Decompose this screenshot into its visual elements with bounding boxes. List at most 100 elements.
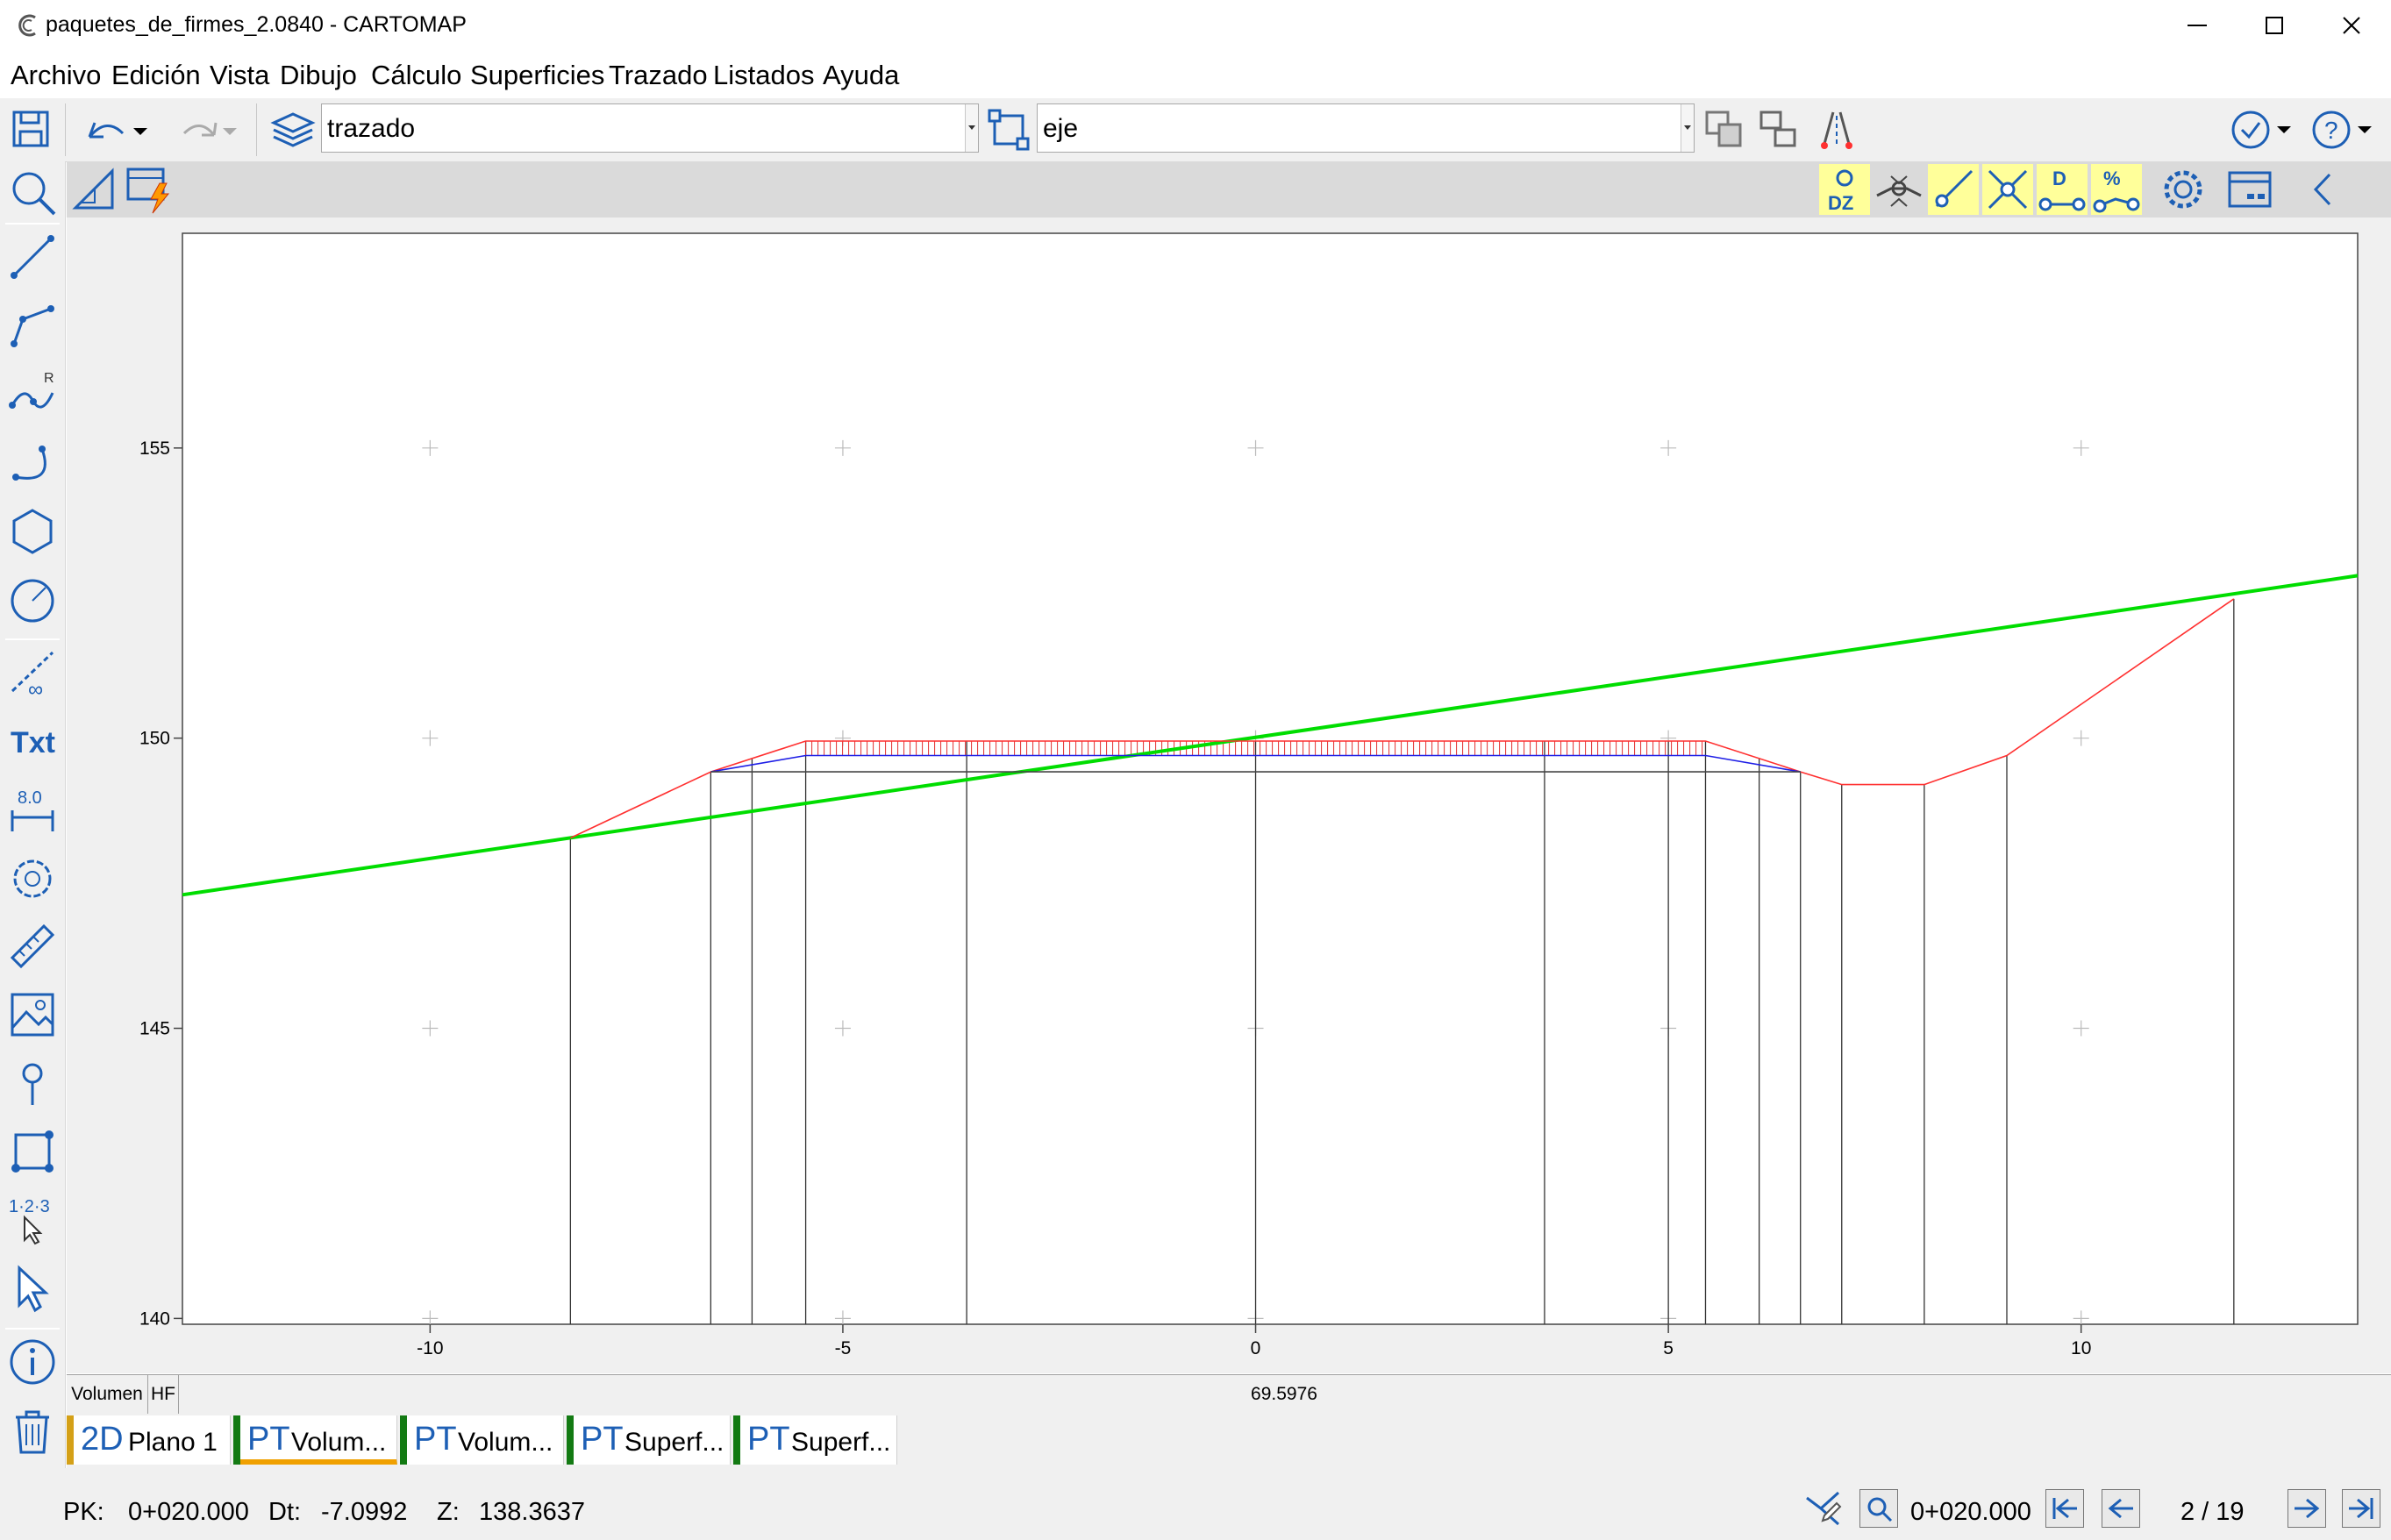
menu-listados[interactable]: Listados: [713, 60, 814, 91]
menu-calculo[interactable]: Cálculo: [371, 60, 461, 91]
snap-intersection-icon[interactable]: [1982, 164, 2033, 215]
polygon-icon[interactable]: [5, 503, 60, 558]
chevron-down-icon[interactable]: [965, 104, 978, 152]
y-tick-label: 155: [139, 438, 170, 459]
tab-plano-1[interactable]: 2D Plano 1: [67, 1415, 231, 1465]
menu-archivo[interactable]: Archivo: [11, 60, 101, 91]
save-icon[interactable]: [7, 105, 56, 154]
maximize-button[interactable]: [2236, 0, 2313, 51]
tab-color-mark: [733, 1415, 740, 1465]
menu-trazado[interactable]: Trazado: [609, 60, 708, 91]
menu-ayuda[interactable]: Ayuda: [823, 60, 899, 91]
layers-icon: [268, 105, 318, 154]
x-tick-label: 0: [1251, 1338, 1261, 1358]
minimize-button[interactable]: [2159, 0, 2236, 51]
trash-icon[interactable]: [5, 1403, 60, 1458]
svg-text:∞: ∞: [28, 678, 43, 700]
select-icon[interactable]: [5, 1261, 60, 1315]
text-icon[interactable]: Txt: [5, 714, 60, 768]
volume-code: HF: [148, 1375, 179, 1414]
infinite-line-icon[interactable]: ∞: [5, 645, 60, 702]
pk-label: PK:: [63, 1498, 104, 1526]
pin-icon[interactable]: [5, 1056, 60, 1110]
station-value: 0+020.000: [1910, 1498, 2031, 1526]
pk-value: 0+020.000: [128, 1498, 249, 1526]
snap-node-icon[interactable]: [1874, 164, 1924, 215]
entity-select-value: eje: [1043, 114, 1079, 143]
tab-type: 2D: [81, 1421, 124, 1458]
x-tick-label: 5: [1663, 1338, 1674, 1358]
tab-volumen-2[interactable]: PT Volum...: [400, 1415, 564, 1465]
svg-text:1·2·3: 1·2·3: [9, 1197, 50, 1216]
tab-superficie-2[interactable]: PT Superf...: [733, 1415, 897, 1465]
snap-percent-icon[interactable]: %: [2091, 164, 2142, 215]
numbering-icon[interactable]: 1·2·3: [5, 1193, 60, 1247]
help-icon[interactable]: ?: [2307, 105, 2380, 154]
panel-icon[interactable]: [2224, 164, 2275, 215]
section-tool-icon[interactable]: [68, 164, 119, 215]
svg-text:%: %: [2103, 168, 2121, 189]
menu-dibujo[interactable]: Dibujo: [280, 60, 357, 91]
menu-edicion[interactable]: Edición: [111, 60, 201, 91]
window-title: paquetes_de_firmes_2.0840 - CARTOMAP: [46, 12, 467, 37]
locate-station-button[interactable]: [1859, 1489, 1898, 1528]
view-toolbar: DZ D %: [67, 161, 2391, 217]
validate-icon[interactable]: [2226, 105, 2300, 154]
svg-text:?: ?: [2324, 117, 2338, 144]
auto-calc-icon[interactable]: [125, 164, 175, 215]
line-icon[interactable]: [5, 230, 60, 284]
tab-label: Volum...: [458, 1428, 553, 1457]
road-icon[interactable]: [1812, 105, 1861, 154]
dz-icon[interactable]: DZ: [1819, 164, 1870, 215]
region-icon[interactable]: [5, 1124, 60, 1179]
redo-icon[interactable]: [172, 107, 247, 156]
page-indicator: 2 / 19: [2180, 1498, 2245, 1526]
info-icon[interactable]: [5, 1335, 60, 1389]
layer-select[interactable]: trazado: [321, 103, 979, 153]
image-icon[interactable]: [5, 987, 60, 1042]
ruler-icon[interactable]: [5, 919, 60, 973]
dimension-icon[interactable]: 8.0: [5, 782, 60, 837]
collapse-icon[interactable]: [2298, 164, 2349, 215]
tab-label: Superf...: [791, 1428, 891, 1457]
svg-text:D: D: [2052, 168, 2066, 189]
tab-superficie-1[interactable]: PT Superf...: [567, 1415, 731, 1465]
circle-icon[interactable]: [5, 572, 60, 626]
menu-superficies[interactable]: Superficies: [470, 60, 604, 91]
entity-select[interactable]: eje: [1037, 103, 1695, 153]
cross-section-chart[interactable]: 140 145 150 155 -10 -5 0 5 10: [67, 217, 2391, 1373]
chevron-down-icon[interactable]: [1681, 104, 1694, 152]
first-section-button[interactable]: [2045, 1489, 2084, 1528]
zoom-icon[interactable]: [5, 165, 60, 219]
pick-section-icon[interactable]: [1803, 1489, 1842, 1528]
svg-text:R: R: [44, 371, 54, 386]
z-label: Z:: [437, 1498, 460, 1526]
polyline-icon[interactable]: [5, 298, 60, 353]
x-tick-label: -5: [835, 1338, 852, 1358]
next-section-button[interactable]: [2288, 1489, 2326, 1528]
snap-line-icon[interactable]: [1928, 164, 1979, 215]
undo-icon[interactable]: [81, 107, 156, 156]
settings-icon[interactable]: [2158, 164, 2209, 215]
svg-text:8.0: 8.0: [18, 788, 42, 808]
tab-color-mark: [233, 1415, 240, 1465]
layer-select-value: trazado: [327, 114, 416, 143]
tab-type: PT: [581, 1421, 624, 1458]
cloud-icon[interactable]: [5, 851, 60, 905]
arc-icon[interactable]: [5, 435, 60, 489]
z-value: 138.3637: [479, 1498, 585, 1526]
last-section-button[interactable]: [2342, 1489, 2380, 1528]
menu-vista[interactable]: Vista: [210, 60, 269, 91]
tab-label: Superf...: [625, 1428, 724, 1457]
copy-icon[interactable]: [1700, 105, 1749, 154]
tab-type: PT: [414, 1421, 457, 1458]
main-toolbar: trazado eje ?: [0, 98, 2391, 162]
snap-distance-icon[interactable]: D: [2037, 164, 2088, 215]
spline-icon[interactable]: R: [5, 367, 60, 421]
app-logo-icon: [16, 12, 42, 39]
close-button[interactable]: [2313, 0, 2390, 51]
tab-volumen-1[interactable]: PT Volum...: [233, 1415, 397, 1465]
prev-section-button[interactable]: [2102, 1489, 2140, 1528]
arrange-icon[interactable]: [1754, 105, 1803, 154]
tab-type: PT: [747, 1421, 790, 1458]
